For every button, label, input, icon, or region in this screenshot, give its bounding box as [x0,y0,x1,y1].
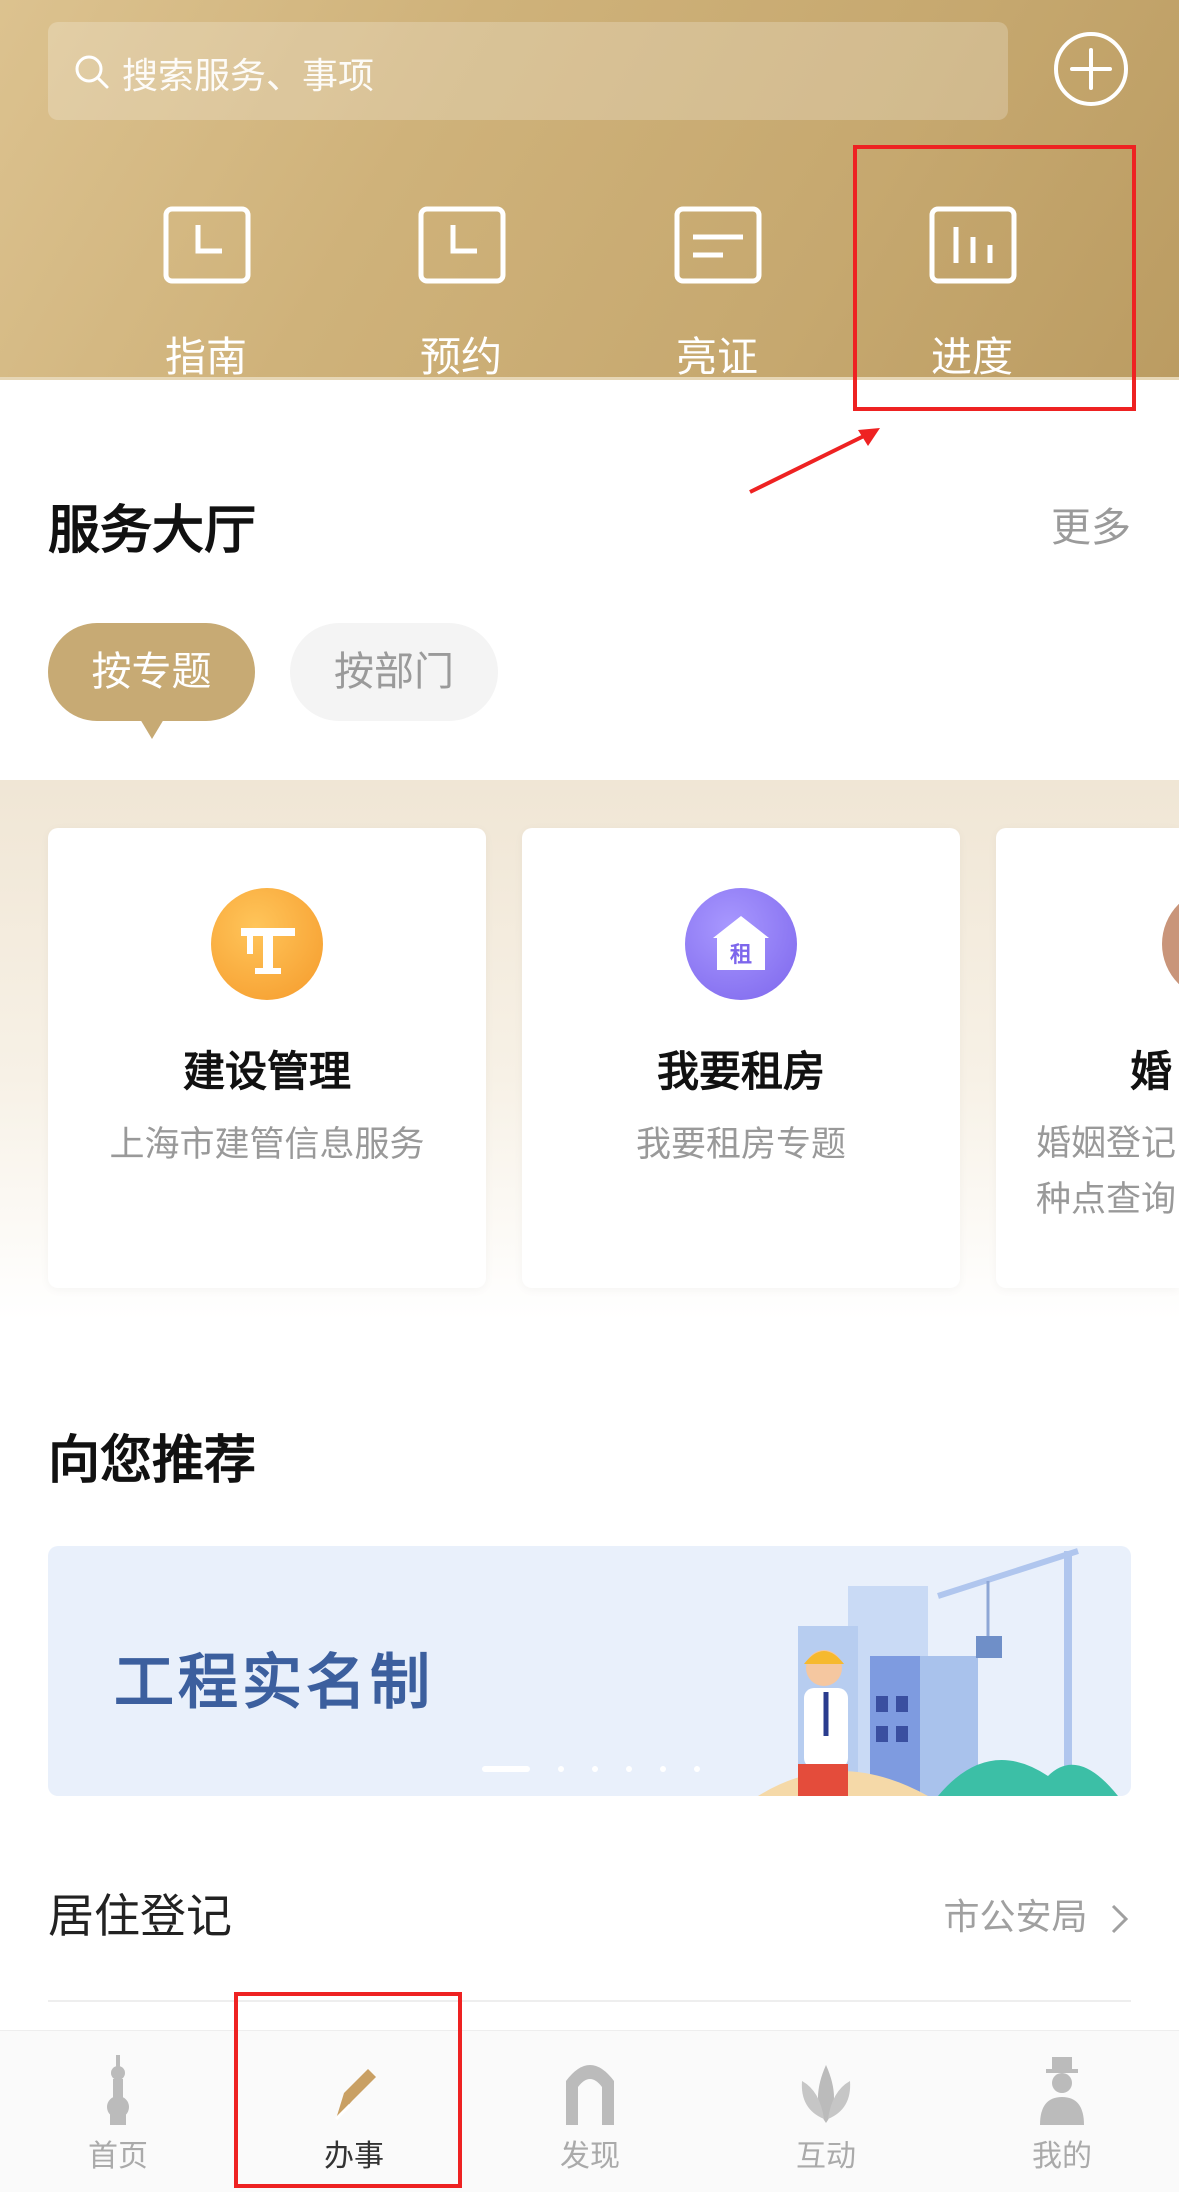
bottom-tab-bar: 首页 办事 发现 互动 我的 [0,2030,1179,2192]
card-subtitle-line: 婚姻登记 [1036,1124,1177,1164]
tab-by-department[interactable]: 按部门 [290,623,498,721]
quick-action-guide[interactable]: 指南 [106,205,306,381]
divider [48,2000,1131,2002]
quick-action-label: 预约 [420,333,502,381]
tab-label: 发现 [560,2139,620,2174]
annotation-arrow [749,428,880,494]
construction-illustration [758,1548,1118,1796]
chevron-right-icon [1111,1904,1129,1934]
header-banner: 搜索服务、事项 指南 预约 亮证 进度 [0,0,1179,381]
section-title-service-hall: 服务大厅 [48,501,257,561]
card-subtitle: 婚姻登记 种点查询 [1036,1116,1176,1228]
tab-label: 我的 [1032,2139,1092,2174]
section-title-recommend: 向您推荐 [48,1431,257,1491]
pen-icon [334,2069,376,2121]
quick-action-label: 亮证 [676,333,758,381]
quick-action-label: 指南 [165,333,247,381]
add-icon[interactable] [1052,30,1130,108]
tab-by-topic[interactable]: 按专题 [48,623,255,739]
tab-home[interactable]: 首页 [0,2031,236,2192]
svg-text:租: 租 [730,943,752,968]
tab-label: 办事 [324,2139,384,2174]
list-item-department[interactable]: 市公安局 [944,1888,1131,1940]
service-card-marriage[interactable]: 婚 婚姻登记 种点查询 [996,828,1179,1288]
quick-action-label: 进度 [931,333,1013,381]
tab-discover[interactable]: 发现 [472,2031,708,2192]
card-title: 婚 [1130,1047,1173,1096]
bar-chart-icon [929,206,1017,284]
marriage-icon [1162,888,1179,1000]
person-icon [1040,2057,1084,2125]
list-item-title[interactable]: 居住登记 [48,1880,232,1946]
card-subtitle-line: 种点查询 [1036,1180,1177,1220]
banner-text: 工程实名制 [114,1648,434,1718]
crane-icon [211,888,323,1000]
tab-label: 互动 [796,2139,856,2174]
card-subtitle: 我要租房专题 [635,1125,846,1165]
tab-label: 首页 [88,2139,148,2174]
tab-services[interactable]: 办事 [236,2031,472,2192]
department-label: 市公安局 [943,1897,1088,1938]
quick-action-show-id[interactable]: 亮证 [617,205,817,381]
magnolia-icon [801,2065,851,2123]
service-card-rent[interactable]: 租 我要租房 我要租房专题 [522,828,960,1288]
rent-house-icon: 租 [685,888,797,1000]
id-card-icon [674,206,762,284]
card-title: 建设管理 [182,1047,351,1096]
search-placeholder: 搜索服务、事项 [122,56,375,97]
card-subtitle: 上海市建管信息服务 [109,1125,425,1165]
search-bar[interactable]: 搜索服务、事项 [48,22,1008,120]
tower-icon [107,2055,129,2125]
carousel-dots [482,1758,728,1772]
search-icon [75,55,109,89]
clock-icon [418,206,506,284]
clock-icon [163,206,251,284]
tab-mine[interactable]: 我的 [944,2031,1179,2192]
card-title: 我要租房 [656,1047,825,1096]
recommend-banner[interactable]: 工程实名制 [48,1546,1131,1796]
arch-icon [566,2065,614,2125]
more-link[interactable]: 更多 [1051,495,1131,553]
service-card-construction[interactable]: 建设管理 上海市建管信息服务 [48,828,486,1288]
quick-action-progress[interactable]: 进度 [872,205,1072,381]
tab-interact[interactable]: 互动 [708,2031,944,2192]
quick-action-appointment[interactable]: 预约 [361,205,561,381]
